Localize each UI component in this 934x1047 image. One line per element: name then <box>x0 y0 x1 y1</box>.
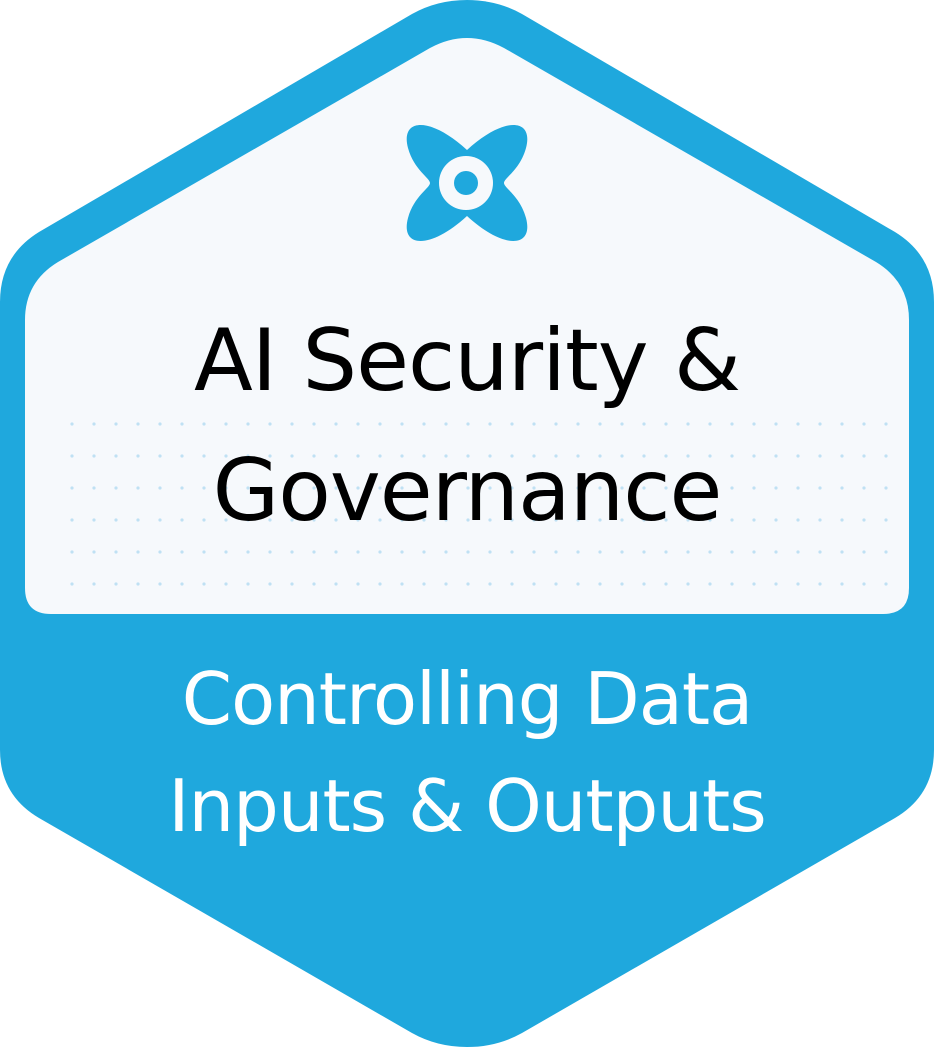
badge-title-line-2: Governance <box>212 441 723 541</box>
badge-subtitle-line-1: Controlling Data <box>181 657 753 741</box>
badge-title-line-1: AI Security & <box>193 311 741 411</box>
badge-subtitle-line-2: Inputs & Outputs <box>168 764 766 848</box>
